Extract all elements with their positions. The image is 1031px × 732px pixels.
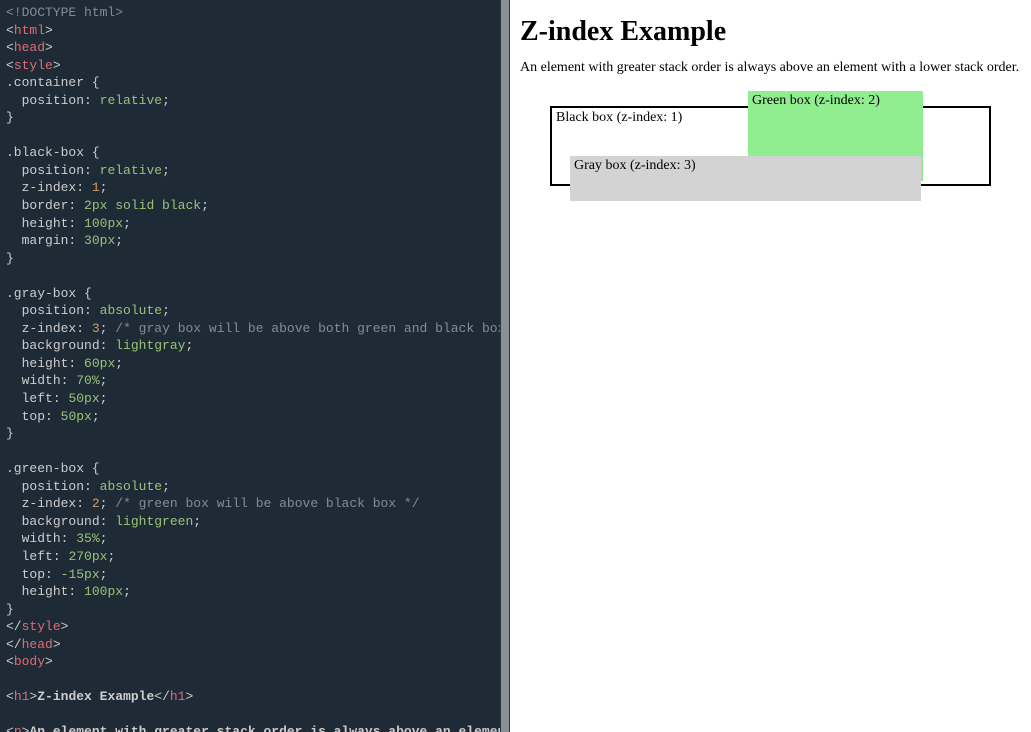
- preview-gray-box: Gray box (z-index: 3): [570, 156, 921, 201]
- tag-h1: h1: [14, 689, 30, 704]
- prop-position: position: [22, 93, 84, 108]
- comment-gray: /* gray box will be above both green and…: [115, 321, 500, 336]
- sel-container: .container: [6, 75, 84, 90]
- preview-paragraph: An element with greater stack order is a…: [520, 60, 1021, 76]
- sel-gray-box: .gray-box: [6, 286, 76, 301]
- tag-style-close: style: [22, 619, 61, 634]
- app-root: <!DOCTYPE html> <html> <head> <style> .c…: [0, 0, 1031, 732]
- sel-black-box: .black-box: [6, 145, 84, 160]
- preview-container: Black box (z-index: 1) Gray box (z-index…: [520, 106, 1021, 186]
- preview-title: Z-index Example: [520, 16, 1021, 48]
- preview-pane: Z-index Example An element with greater …: [510, 0, 1031, 732]
- tag-body-open: body: [14, 654, 45, 669]
- code-p-text-a: An element with greater stack order is a…: [29, 724, 500, 732]
- comment-green: /* green box will be above black box */: [115, 496, 419, 511]
- pane-divider[interactable]: [500, 0, 510, 732]
- sel-green-box: .green-box: [6, 461, 84, 476]
- tag-head-close: head: [22, 637, 53, 652]
- tag-head-open: head: [14, 40, 45, 55]
- tag-html-open: html: [14, 23, 45, 38]
- tag-style-open: style: [14, 58, 53, 73]
- tag-p: p: [14, 724, 22, 732]
- val-relative: relative: [100, 93, 162, 108]
- code-doctype: <!DOCTYPE html>: [6, 5, 123, 20]
- code-h1-text: Z-index Example: [37, 689, 154, 704]
- code-editor[interactable]: <!DOCTYPE html> <html> <head> <style> .c…: [0, 0, 500, 732]
